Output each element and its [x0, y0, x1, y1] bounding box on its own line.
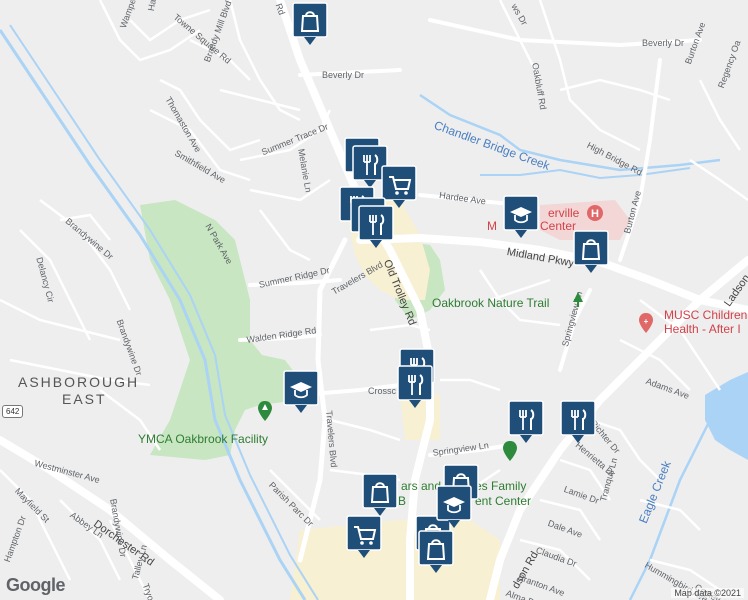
hospital-label-part2[interactable]: M: [487, 219, 497, 233]
shopping-pin[interactable]: [292, 2, 328, 46]
shopping-cart-icon: [381, 165, 417, 208]
fork-knife-icon: [560, 400, 596, 443]
commercial-area-south: [290, 520, 500, 600]
restaurant-pin[interactable]: [397, 365, 433, 409]
grocery-pin[interactable]: [346, 515, 382, 559]
map-canvas[interactable]: ASHBOROUGH EAST YMCA Oakbrook Facility O…: [0, 0, 748, 600]
park-marker-icon[interactable]: [257, 400, 273, 422]
shopping-bag-icon: [573, 230, 609, 273]
fork-knife-icon: [397, 365, 433, 408]
school-pin[interactable]: [436, 485, 472, 529]
musc-label-1[interactable]: MUSC Children: [664, 308, 747, 322]
shopping-pin[interactable]: [573, 230, 609, 274]
area-label-east: EAST: [62, 391, 107, 407]
family-center-label-3[interactable]: B: [398, 494, 406, 508]
restaurant-pin[interactable]: [358, 205, 394, 249]
google-logo: Google: [6, 575, 66, 595]
shopping-pin[interactable]: [362, 473, 398, 517]
restaurant-pin[interactable]: [508, 400, 544, 444]
poi-label-ymca[interactable]: YMCA Oakbrook Facility: [138, 432, 268, 446]
family-center-label-2[interactable]: es Family: [475, 479, 526, 493]
shopping-cart-icon: [346, 515, 382, 558]
fork-knife-icon: [358, 205, 394, 248]
hospital-label-part3[interactable]: Center: [540, 219, 576, 233]
shopping-bag-icon: [418, 530, 454, 573]
hospital-icon[interactable]: H: [586, 204, 604, 222]
canal-2: [9, 24, 319, 600]
fork-knife-icon: [508, 400, 544, 443]
tree-marker-icon[interactable]: [570, 290, 586, 312]
road-label-crosscreek: Crossc: [368, 386, 397, 396]
road-label-beverly-2: Beverly Dr: [642, 38, 685, 48]
graduation-cap-icon: [503, 195, 539, 238]
shopping-bag-icon: [292, 2, 328, 45]
family-center-label-4[interactable]: ent Center: [475, 494, 531, 508]
musc-label-2[interactable]: Health - After I: [664, 322, 741, 336]
eagle-creek-lake: [705, 372, 748, 460]
road-label-beverly-1: Beverly Dr: [322, 70, 365, 80]
poi-label-nature-trail[interactable]: Oakbrook Nature Trail: [432, 296, 549, 310]
shopping-bag-icon: [362, 473, 398, 516]
svg-text:H: H: [591, 208, 599, 220]
creek-branch: [480, 167, 691, 180]
grocery-pin[interactable]: [381, 165, 417, 209]
area-label-ashborough: ASHBOROUGH: [18, 374, 140, 390]
route-shield-642: 642: [2, 405, 24, 418]
svg-text:+: +: [644, 317, 649, 326]
map-attribution: Map data ©2021: [671, 588, 744, 598]
school-pin[interactable]: [283, 370, 319, 414]
hospital-marker-icon[interactable]: +: [638, 312, 654, 334]
graduation-cap-icon: [436, 485, 472, 528]
restaurant-pin[interactable]: [560, 400, 596, 444]
graduation-cap-icon: [283, 370, 319, 413]
school-pin[interactable]: [503, 195, 539, 239]
shopping-pin[interactable]: [418, 530, 454, 574]
hospital-label-part1[interactable]: erville: [548, 206, 579, 220]
